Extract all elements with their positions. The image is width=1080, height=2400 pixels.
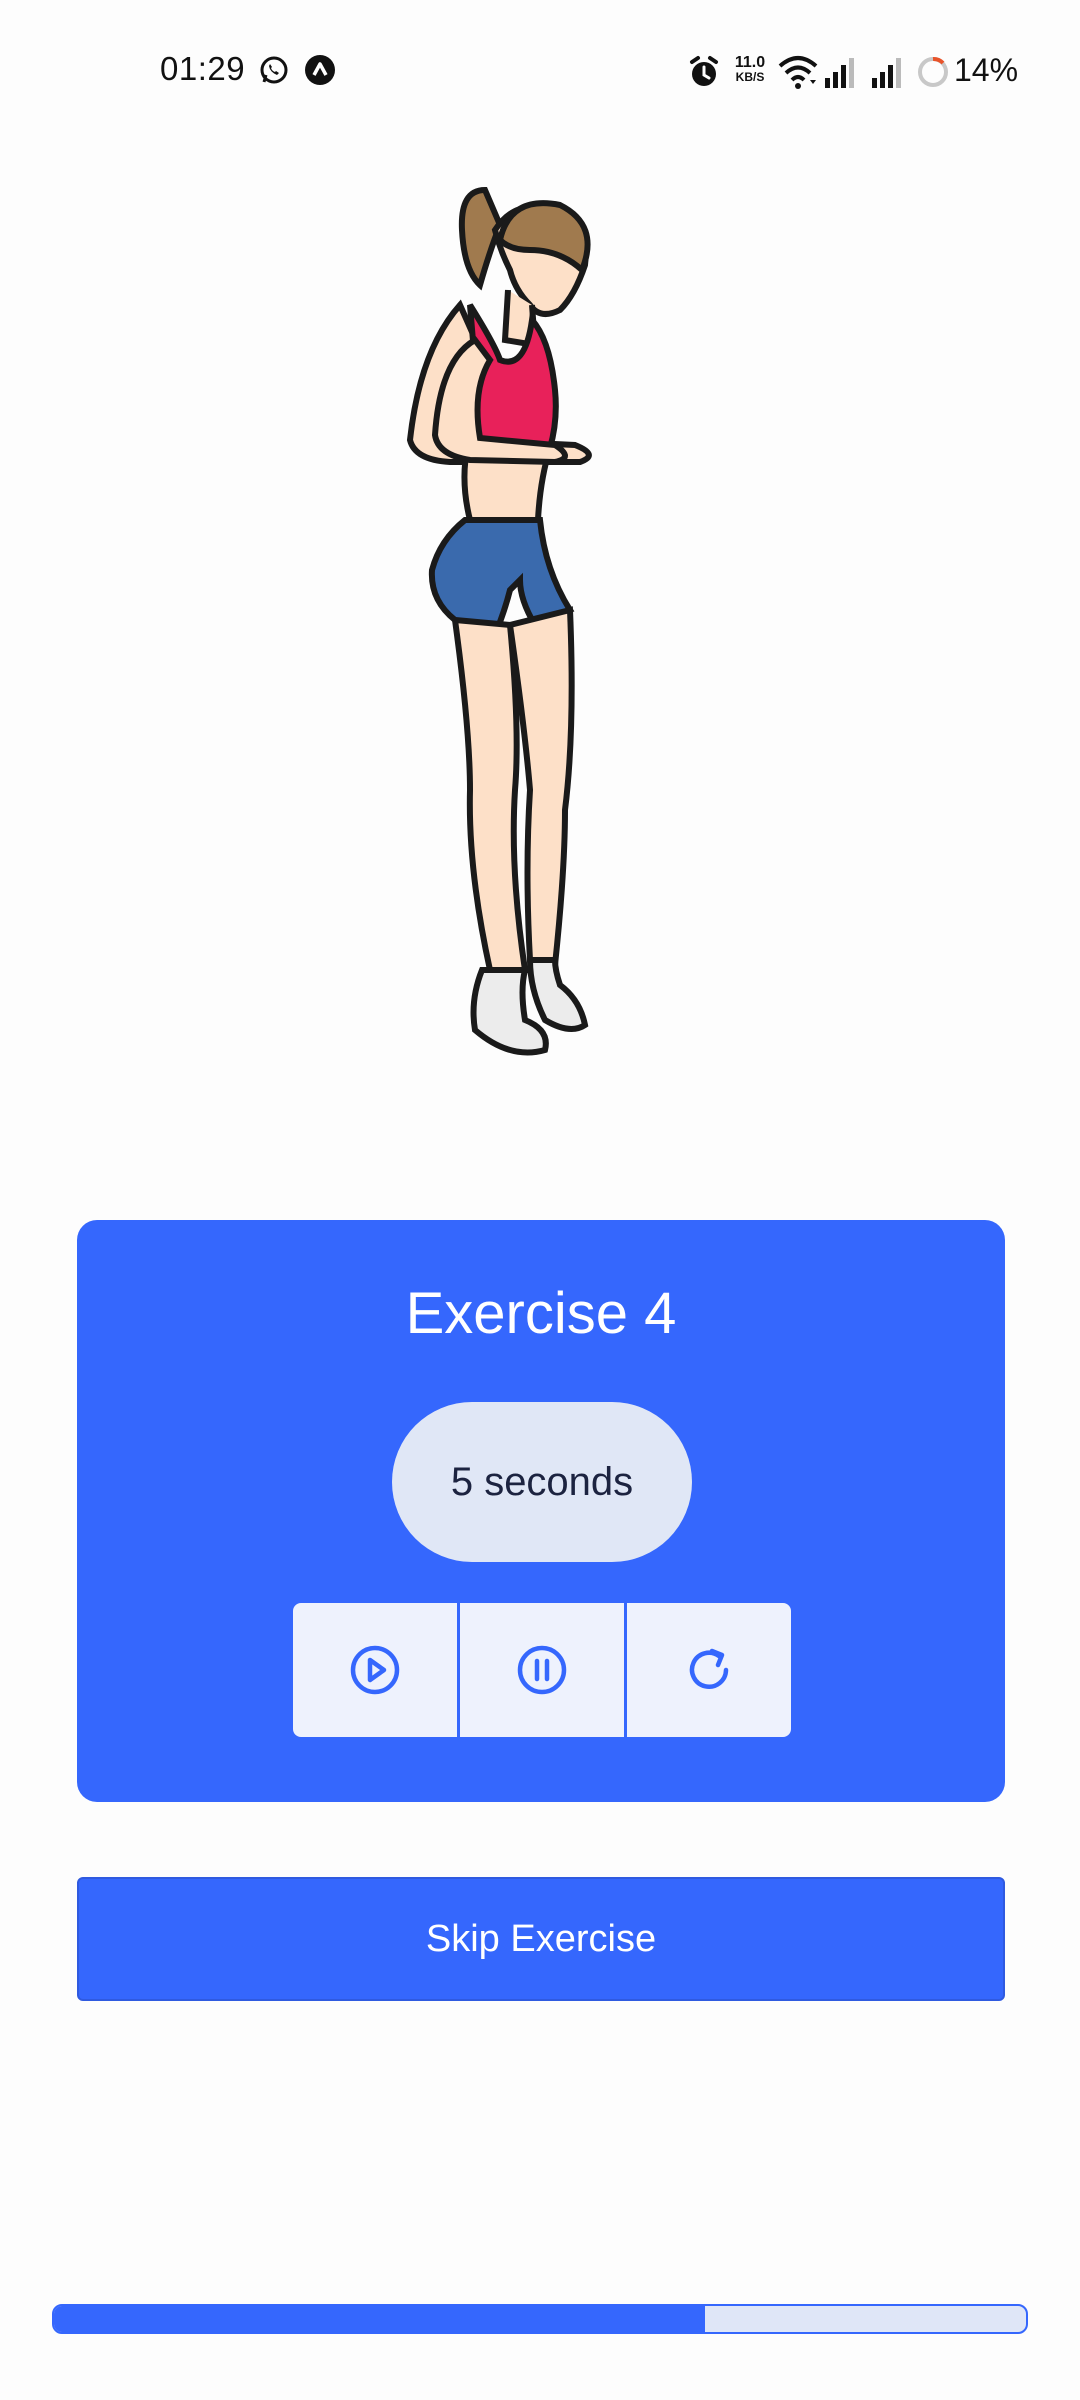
pause-button[interactable] [460,1603,627,1737]
restart-button[interactable] [627,1603,791,1737]
signal-icon [872,58,901,88]
status-bar: 01:29 11.0 KB/S 14% [0,0,1080,140]
workout-progress-bar [52,2304,1028,2334]
restart-icon [689,1648,729,1689]
pause-icon [517,1645,567,1695]
play-icon [350,1645,400,1695]
whatsapp-icon [260,56,288,84]
skip-exercise-button[interactable]: Skip Exercise [77,1877,1005,2001]
battery-ring-icon [918,57,948,87]
app-icon [305,55,335,85]
timer-controls [293,1603,791,1737]
play-button[interactable] [293,1603,460,1737]
net-speed: 11.0 KB/S [730,54,770,84]
signal-icon [825,58,854,88]
battery-percent: 14% [954,52,1019,88]
alarm-icon [690,56,718,86]
exercise-illustration [406,186,592,1056]
exercise-card: Exercise 4 5 seconds [77,1220,1005,1802]
status-time: 01:29 [160,50,246,87]
wifi-icon [778,56,818,89]
net-speed-unit: KB/S [735,70,765,84]
net-speed-value: 11.0 [734,54,766,71]
progress-fill [54,2306,706,2332]
exercise-title: Exercise 4 [405,1281,677,1346]
timer-display: 5 seconds [392,1402,692,1562]
